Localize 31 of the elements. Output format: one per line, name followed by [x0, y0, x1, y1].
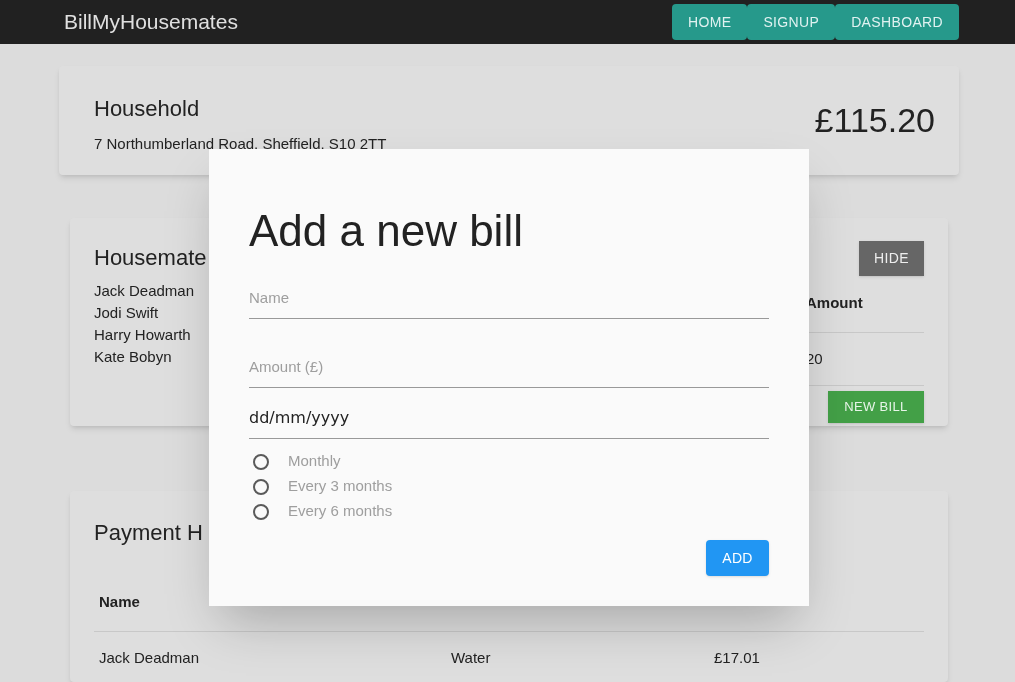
date-field[interactable]: dd/mm/yyyy	[249, 397, 769, 439]
total-amount: £115.20	[814, 100, 935, 141]
payment-history-title: Payment H	[94, 519, 203, 547]
housemate-name: Jack Deadman	[94, 281, 196, 301]
hide-button[interactable]: HIDE	[859, 241, 924, 276]
nav-link[interactable]: SIGNUP	[747, 4, 836, 40]
nav-link[interactable]: HOME	[671, 4, 748, 40]
column-header: Amount	[806, 292, 863, 313]
housemate-name: Harry Howarth	[94, 325, 192, 345]
input-field[interactable]: Name	[249, 277, 769, 319]
brand-title[interactable]: BillMyHousemates	[64, 6, 238, 38]
new-bill-button[interactable]: NEW BILL	[828, 391, 924, 423]
radio-label[interactable]: Every 3 months	[288, 475, 393, 498]
household-title: Household	[94, 94, 201, 123]
radio-button[interactable]	[253, 453, 269, 470]
radio-button[interactable]	[253, 503, 269, 520]
table-cell: £17.01	[714, 649, 760, 666]
add-button[interactable]: ADD	[706, 540, 769, 576]
column-header: Name	[99, 592, 140, 613]
housemate-name: Kate Bobyn	[94, 347, 173, 367]
radio-label[interactable]: Every 6 months	[288, 500, 393, 523]
table-cell: Jack Deadman	[99, 649, 200, 666]
radio-label[interactable]: Monthly	[288, 450, 341, 473]
nav-link[interactable]: DASHBOARD	[835, 4, 959, 40]
housemate-name: Jodi Swift	[94, 303, 160, 323]
input-field[interactable]: Amount (£)	[249, 346, 769, 388]
table-cell: Water	[451, 649, 491, 666]
dialog-title: Add a new bill	[249, 205, 524, 257]
radio-button[interactable]	[253, 478, 269, 495]
housemates-title: Housemate	[94, 244, 207, 272]
household-address: 7 Northumberland Road, Sheffield, S10 2TT	[94, 133, 387, 154]
